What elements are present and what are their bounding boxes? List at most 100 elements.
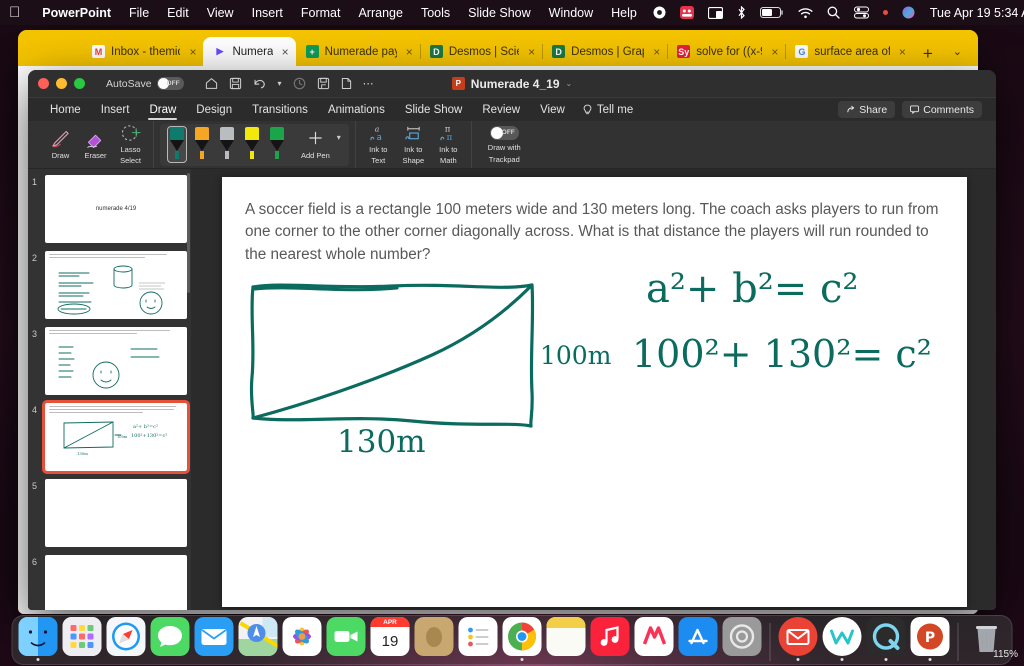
dock-item-quicktime[interactable] xyxy=(867,617,906,661)
wifi-icon[interactable] xyxy=(798,5,813,21)
pen-teal[interactable] xyxy=(168,127,186,162)
ribbon-tab-insert[interactable]: Insert xyxy=(91,98,140,121)
tab-close-icon[interactable]: × xyxy=(282,46,289,58)
thumbnail-scrollbar[interactable] xyxy=(187,173,190,293)
share-button[interactable]: Share xyxy=(838,101,895,118)
document-title-caret-icon[interactable]: ⌄ xyxy=(566,79,573,88)
dock-item-reminders[interactable] xyxy=(459,617,498,661)
browser-tab-symbolab[interactable]: Sy solve for ((x-9)(2 × xyxy=(667,37,785,66)
menu-powerpoint[interactable]: PowerPoint xyxy=(33,6,120,20)
dock-item-powerpoint[interactable]: P xyxy=(911,617,950,661)
ribbon-tab-animations[interactable]: Animations xyxy=(318,98,395,121)
dock-item-launchpad[interactable] xyxy=(63,617,102,661)
zoom-meeting-icon[interactable] xyxy=(680,5,694,21)
menu-insert[interactable]: Insert xyxy=(243,6,292,20)
safari-icon[interactable] xyxy=(107,617,146,656)
add-pen-caret-icon[interactable]: ▾ xyxy=(337,133,341,142)
new-file-icon[interactable] xyxy=(341,77,352,90)
notes-icon[interactable] xyxy=(415,617,454,656)
menu-arrange[interactable]: Arrange xyxy=(349,6,411,20)
browser-tab-desmos-scientific[interactable]: D Desmos | Scientif × xyxy=(420,37,542,66)
siri-icon[interactable] xyxy=(902,5,915,21)
redo-icon[interactable] xyxy=(293,77,306,90)
dock-item-gmail[interactable] xyxy=(779,617,818,661)
zoom-level-indicator[interactable]: 115% xyxy=(993,649,1018,660)
ribbon-tab-slide-show[interactable]: Slide Show xyxy=(395,98,473,121)
dock-item-safari[interactable] xyxy=(107,617,146,661)
ribbon-tab-design[interactable]: Design xyxy=(186,98,242,121)
slide-thumbnail-3[interactable]: 3 xyxy=(28,327,187,395)
more-icon[interactable]: ⋯ xyxy=(363,77,375,90)
pencil-gray[interactable] xyxy=(218,127,236,162)
tab-close-icon[interactable]: × xyxy=(528,46,535,58)
system-preferences-icon[interactable] xyxy=(723,617,762,656)
ribbon-tab-transitions[interactable]: Transitions xyxy=(242,98,318,121)
launchpad-icon[interactable] xyxy=(63,617,102,656)
undo-caret-icon[interactable]: ▾ xyxy=(278,79,282,88)
gmail-icon[interactable] xyxy=(779,617,818,656)
slide-thumbnail-1[interactable]: 1 numerade 4/19 xyxy=(28,175,187,243)
wondershare-icon[interactable] xyxy=(823,617,862,656)
ribbon-tab-draw[interactable]: Draw xyxy=(139,98,186,121)
menu-bar-clock[interactable]: Tue Apr 19 5:34 AM xyxy=(930,6,1024,20)
tell-me-search[interactable]: Tell me xyxy=(575,104,633,116)
tab-close-icon[interactable]: × xyxy=(653,46,660,58)
bluetooth-icon[interactable] xyxy=(737,5,746,21)
record-icon[interactable] xyxy=(653,5,666,21)
slide-preview[interactable] xyxy=(45,327,187,395)
dock-item-app-store[interactable] xyxy=(679,617,718,661)
slide-ink-layer[interactable]: 100m 130m a²+ b²= c² 100²+ 130²= c² xyxy=(222,177,967,607)
close-window-button[interactable] xyxy=(38,78,49,89)
pen-orange[interactable] xyxy=(193,127,211,162)
tab-close-icon[interactable]: × xyxy=(771,46,778,58)
menu-help[interactable]: Help xyxy=(602,6,646,20)
finder-icon[interactable] xyxy=(19,617,58,656)
lasso-select-button[interactable]: Lasso Select xyxy=(114,123,147,165)
dock-item-notes[interactable] xyxy=(415,617,454,661)
maps-icon[interactable] xyxy=(239,617,278,656)
browser-tab-numerade-payments[interactable]: + Numerade payme × xyxy=(296,37,420,66)
save-as-icon[interactable] xyxy=(317,77,330,90)
battery-icon[interactable] xyxy=(760,5,784,21)
photos-icon[interactable] xyxy=(283,617,322,656)
tab-search-caret-icon[interactable]: ⌄ xyxy=(943,45,972,66)
menu-file[interactable]: File xyxy=(120,6,158,20)
maximize-window-button[interactable] xyxy=(74,78,85,89)
slide-preview[interactable] xyxy=(45,555,187,610)
ink-to-math-button[interactable]: ππ Ink to Math xyxy=(432,123,465,165)
slide-thumbnail-5[interactable]: 5 xyxy=(28,479,187,547)
powerpoint-icon[interactable]: P xyxy=(911,617,950,656)
menu-tools[interactable]: Tools xyxy=(412,6,459,20)
calendar-icon[interactable]: APR 19 xyxy=(371,617,410,656)
ink-to-shape-button[interactable]: Ink to Shape xyxy=(397,123,430,165)
music-icon[interactable] xyxy=(591,617,630,656)
menu-slide-show[interactable]: Slide Show xyxy=(459,6,540,20)
dock-item-wondershare[interactable] xyxy=(823,617,862,661)
dock-item-calendar[interactable]: APR 19 xyxy=(371,617,410,661)
spotlight-search-icon[interactable] xyxy=(827,5,840,21)
highlighter-yellow[interactable] xyxy=(243,127,261,162)
add-pen-button[interactable]: Add Pen xyxy=(301,129,330,160)
tab-close-icon[interactable]: × xyxy=(899,46,906,58)
menu-view[interactable]: View xyxy=(198,6,243,20)
draw-with-trackpad-toggle[interactable]: OFF Draw with Trackpad xyxy=(478,126,531,164)
dock-item-stickies[interactable] xyxy=(547,617,586,661)
dock-item-mail[interactable] xyxy=(195,617,234,661)
slide-thumbnail-panel[interactable]: 1 numerade 4/19 2 xyxy=(28,169,191,610)
new-tab-button[interactable]: + xyxy=(913,45,943,66)
menu-format[interactable]: Format xyxy=(292,6,350,20)
save-icon[interactable] xyxy=(229,77,242,90)
reminders-icon[interactable] xyxy=(459,617,498,656)
dock-item-finder[interactable] xyxy=(19,617,58,661)
ribbon-tab-view[interactable]: View xyxy=(530,98,575,121)
screen-share-icon[interactable] xyxy=(708,5,723,21)
current-slide[interactable]: A soccer field is a rectangle 100 meters… xyxy=(222,177,967,607)
dock-item-system-preferences[interactable] xyxy=(723,617,762,661)
slide-preview[interactable] xyxy=(45,251,187,319)
eraser-tool-button[interactable]: Eraser xyxy=(79,129,112,161)
apple-menu-icon[interactable]:  xyxy=(9,5,20,20)
slide-preview-current[interactable]: 100m 130m a²+ b²=c² 100²+130²=c² xyxy=(45,403,187,471)
ink-to-text-button[interactable]: aa Ink to Text xyxy=(362,123,395,165)
menu-window[interactable]: Window xyxy=(540,6,602,20)
dock-item-messages[interactable] xyxy=(151,617,190,661)
